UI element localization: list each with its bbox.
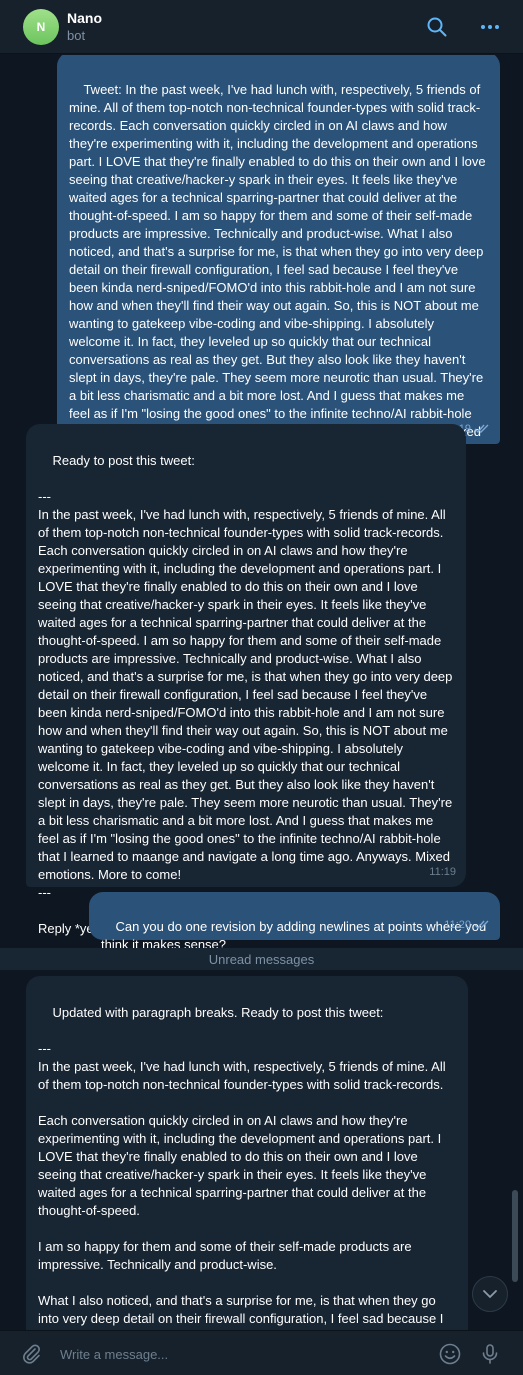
microphone-icon bbox=[482, 1344, 498, 1364]
outgoing-message[interactable]: Can you do one revision by adding newlin… bbox=[89, 892, 500, 952]
avatar[interactable]: N bbox=[23, 9, 59, 45]
message-list[interactable]: Tweet: In the past week, I've had lunch … bbox=[0, 55, 523, 1330]
chat-header: N Nano bot bbox=[0, 0, 523, 54]
more-button[interactable] bbox=[476, 13, 504, 41]
message-meta: 11:19 bbox=[429, 863, 456, 881]
scrollbar-thumb[interactable] bbox=[512, 1190, 518, 1282]
search-button[interactable] bbox=[423, 13, 451, 41]
chevron-down-icon bbox=[483, 1290, 497, 1298]
attach-button[interactable] bbox=[18, 1341, 44, 1367]
search-icon bbox=[427, 17, 447, 37]
emoji-icon bbox=[439, 1343, 461, 1365]
unread-label: Unread messages bbox=[208, 951, 315, 967]
message-time: 11:19 bbox=[429, 866, 456, 878]
more-horizontal-icon bbox=[481, 25, 499, 29]
message-text: Tweet: In the past week, I've had lunch … bbox=[69, 82, 486, 457]
message-time: 11:20 bbox=[444, 919, 471, 931]
message-text: Updated with paragraph breaks. Ready to … bbox=[38, 1005, 446, 1330]
message-input[interactable] bbox=[60, 1344, 420, 1364]
message-composer bbox=[0, 1330, 523, 1375]
chat-subtitle: bot bbox=[67, 28, 86, 43]
paperclip-icon bbox=[23, 1344, 40, 1364]
emoji-button[interactable] bbox=[437, 1341, 463, 1367]
chat-title[interactable]: Nano bbox=[67, 10, 102, 26]
outgoing-message[interactable]: Tweet: In the past week, I've had lunch … bbox=[57, 55, 500, 457]
double-check-icon bbox=[474, 920, 489, 930]
unread-divider: Unread messages bbox=[0, 948, 523, 970]
double-check-icon bbox=[474, 424, 489, 434]
voice-button[interactable] bbox=[477, 1341, 503, 1367]
message-meta: 11:20 bbox=[444, 916, 490, 934]
scroll-to-bottom-button[interactable] bbox=[472, 1276, 508, 1312]
incoming-message[interactable]: Ready to post this tweet: --- In the pas… bbox=[26, 424, 466, 936]
incoming-message[interactable]: Updated with paragraph breaks. Ready to … bbox=[26, 976, 468, 1330]
message-text: Ready to post this tweet: --- In the pas… bbox=[38, 453, 453, 936]
